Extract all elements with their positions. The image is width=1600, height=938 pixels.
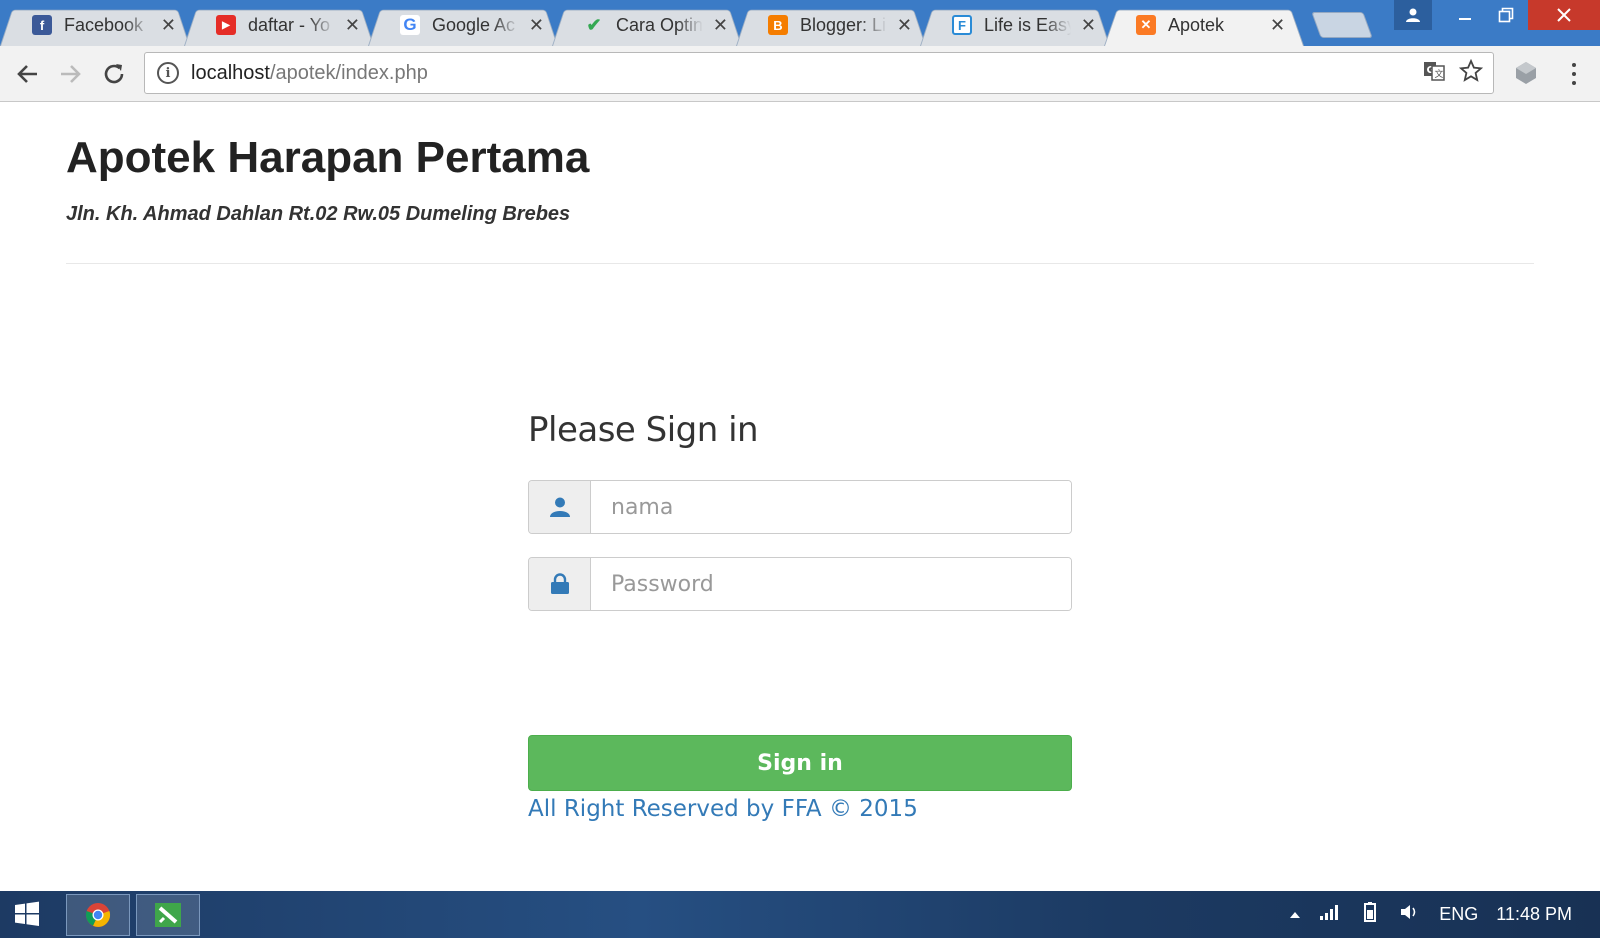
blogger-icon: B	[768, 15, 788, 35]
page-title: Apotek Harapan Pertama	[66, 133, 590, 182]
translate-icon[interactable]: G文	[1423, 60, 1445, 88]
close-icon[interactable]: ✕	[529, 15, 544, 36]
battery-icon[interactable]	[1359, 901, 1381, 928]
close-icon[interactable]: ✕	[897, 15, 912, 36]
system-tray: ENG 11:48 PM	[1289, 891, 1600, 938]
tab-apotek[interactable]: ✕ Apotek ✕	[1104, 4, 1304, 46]
extension-icon[interactable]	[1512, 58, 1542, 88]
formsite-icon: F	[952, 15, 972, 35]
forward-arrow-icon[interactable]	[52, 56, 88, 92]
header-divider	[66, 263, 1534, 264]
tab-title: Google Ac	[432, 14, 516, 35]
checkmark-icon: ✔	[586, 14, 602, 35]
tab-title: Apotek	[1168, 14, 1225, 35]
sign-in-button[interactable]: Sign in	[528, 735, 1072, 791]
copyright-text: All Right Reserved by FFA © 2015	[528, 796, 918, 822]
close-icon[interactable]: ✕	[1081, 15, 1096, 36]
login-heading: Please Sign in	[528, 410, 759, 450]
user-icon	[529, 481, 591, 533]
tab-facebook[interactable]: f Facebook ✕	[0, 4, 190, 46]
browser-tab-strip: f Facebook ✕ ▶ daftar - Yo ✕ G Google Ac…	[0, 0, 1600, 46]
user-profile-icon[interactable]	[1394, 0, 1432, 30]
youtube-icon: ▶	[216, 15, 236, 35]
info-icon[interactable]: i	[157, 62, 179, 84]
tab-title: daftar - Yo	[248, 14, 331, 35]
windows-start-icon[interactable]	[14, 901, 42, 929]
close-icon[interactable]: ✕	[713, 15, 728, 36]
language-indicator[interactable]: ENG	[1439, 904, 1478, 925]
close-icon[interactable]: ✕	[161, 15, 176, 36]
reload-icon[interactable]	[96, 56, 132, 92]
chevron-up-icon[interactable]	[1289, 904, 1301, 925]
url-host: localhost	[191, 61, 270, 84]
taskbar-app-icon[interactable]	[136, 894, 200, 936]
taskbar-chrome-icon[interactable]	[66, 894, 130, 936]
bookmark-star-icon[interactable]	[1458, 58, 1484, 89]
password-input-group	[528, 557, 1072, 611]
signal-icon[interactable]	[1319, 903, 1341, 926]
username-input[interactable]	[591, 481, 1071, 533]
close-icon[interactable]: ✕	[1270, 15, 1285, 36]
restore-icon[interactable]	[1484, 0, 1528, 30]
url-path: /apotek/index.php	[269, 61, 428, 84]
new-tab-button[interactable]	[1311, 12, 1373, 38]
tab-title: Life is Easy	[984, 14, 1071, 35]
page-content: Apotek Harapan Pertama Jln. Kh. Ahmad Da…	[0, 103, 1600, 891]
close-icon[interactable]: ✕	[345, 15, 360, 36]
tab-life-is-easy[interactable]: F Life is Easy ✕	[920, 4, 1110, 46]
facebook-icon: f	[32, 15, 52, 35]
tab-cara-optin[interactable]: ✔ Cara Optin ✕	[552, 4, 742, 46]
volume-icon[interactable]	[1399, 902, 1421, 927]
tab-title: Cara Optin	[616, 14, 703, 35]
username-input-group	[528, 480, 1072, 534]
login-form: Please Sign in Sign in All Right Reserve…	[528, 410, 1072, 822]
address-bar[interactable]: i localhost/apotek/index.php G文	[144, 52, 1494, 94]
tab-title: Blogger: Li	[800, 14, 887, 35]
store-address: Jln. Kh. Ahmad Dahlan Rt.02 Rw.05 Dumeli…	[66, 203, 571, 225]
tab-blogger[interactable]: B Blogger: Li ✕	[736, 4, 926, 46]
google-icon: G	[400, 15, 420, 35]
tab-title: Facebook	[64, 14, 144, 35]
back-arrow-icon[interactable]	[10, 56, 46, 92]
xampp-icon: ✕	[1136, 15, 1156, 35]
lock-icon	[529, 558, 591, 610]
menu-kebab-icon[interactable]	[1564, 60, 1584, 88]
clock[interactable]: 11:48 PM	[1496, 904, 1572, 925]
minimize-icon[interactable]	[1446, 0, 1484, 30]
window-close-icon[interactable]	[1528, 0, 1600, 30]
tab-youtube[interactable]: ▶ daftar - Yo ✕	[184, 4, 374, 46]
password-input[interactable]	[591, 558, 1071, 610]
url-text: localhost/apotek/index.php	[191, 62, 428, 85]
tab-google[interactable]: G Google Ac ✕	[368, 4, 558, 46]
svg-text:文: 文	[1435, 68, 1444, 80]
windows-taskbar: ENG 11:48 PM	[0, 891, 1600, 938]
browser-toolbar: i localhost/apotek/index.php G文	[0, 46, 1600, 102]
